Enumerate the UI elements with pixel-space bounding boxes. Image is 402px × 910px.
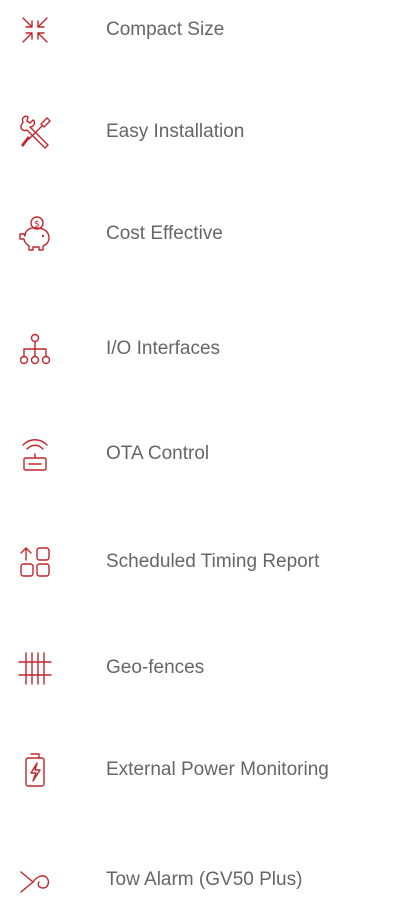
feature-label: External Power Monitoring (106, 759, 329, 780)
feature-list: Compact Size Easy Installation $ Cost Ef… (0, 0, 402, 899)
wireless-device-icon (15, 434, 55, 474)
grid-upload-icon (15, 542, 55, 582)
feature-item-geo-fences: Geo-fences (0, 638, 402, 698)
fence-icon (15, 648, 55, 688)
feature-item-io-interfaces: I/O Interfaces (0, 319, 402, 379)
feature-label: OTA Control (106, 443, 210, 464)
feature-label: Cost Effective (106, 223, 223, 244)
feature-label: Scheduled Timing Report (106, 551, 320, 572)
feature-item-cost-effective: $ Cost Effective (0, 204, 402, 264)
feature-label: Compact Size (106, 19, 225, 40)
feature-item-compact-size: Compact Size (0, 0, 402, 60)
feature-item-easy-installation: Easy Installation (0, 102, 402, 162)
feature-label: Easy Installation (106, 121, 245, 142)
compact-arrows-icon (15, 10, 55, 50)
feature-item-tow-alarm: Tow Alarm (GV50 Plus) (0, 850, 402, 910)
tools-icon (15, 112, 55, 152)
feature-label: Tow Alarm (GV50 Plus) (106, 869, 303, 890)
battery-charge-icon (15, 750, 55, 790)
feature-label: I/O Interfaces (106, 338, 221, 359)
feature-item-scheduled-timing-report: Scheduled Timing Report (0, 532, 402, 592)
tow-hook-icon (15, 860, 55, 900)
feature-item-ota-control: OTA Control (0, 424, 402, 484)
feature-label: Geo-fences (106, 657, 205, 678)
network-tree-icon (15, 329, 55, 369)
feature-item-external-power-monitoring: External Power Monitoring (0, 740, 402, 800)
piggy-bank-icon: $ (15, 214, 55, 254)
